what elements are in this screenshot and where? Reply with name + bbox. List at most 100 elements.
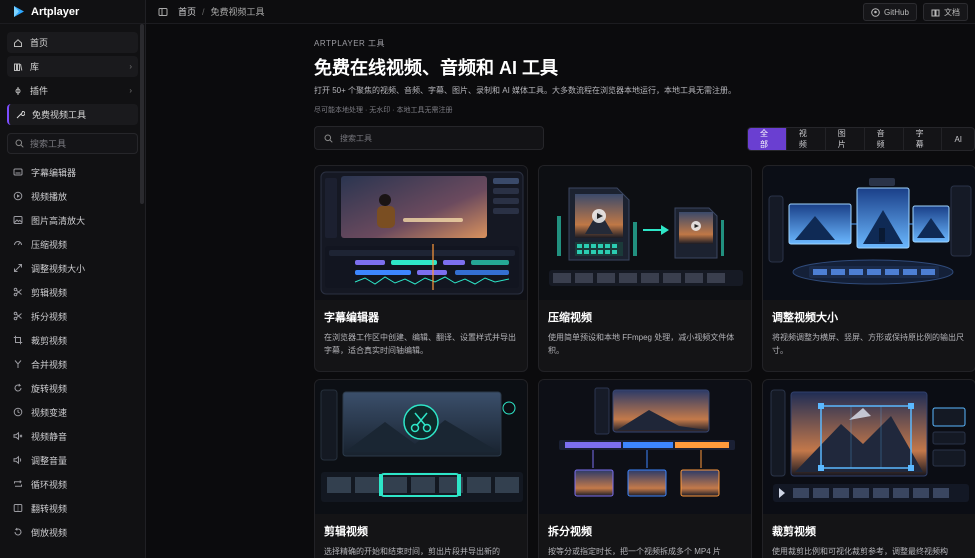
card-description: 使用裁剪比例和可视化裁剪参考，调整最终视频构 bbox=[772, 547, 948, 556]
sidebar-tool-item[interactable]: 倒放视频 bbox=[7, 520, 138, 544]
sidebar-tool-label: 调整视频大小 bbox=[31, 263, 86, 274]
tab-video[interactable]: 视频 bbox=[787, 128, 826, 150]
sidebar-tool-label: 图片高清放大 bbox=[31, 215, 86, 226]
docs-button[interactable]: 文档 bbox=[923, 3, 968, 21]
sidebar-item-label: 库 bbox=[30, 62, 40, 72]
card-description: 在浏览器工作区中创建、编辑、翻译、设置样式并导出字幕，适合真实时间轴编辑。 bbox=[324, 333, 516, 355]
sidebar-tool-label: 合并视频 bbox=[31, 359, 68, 370]
tab-image[interactable]: 图片 bbox=[826, 128, 865, 150]
sidebar-item-label: 免费视频工具 bbox=[32, 110, 87, 120]
tool-card-compress-video[interactable]: 压缩视频 使用简单预设和本地 FFmpeg 处理，减小视频文件体积。 bbox=[538, 165, 752, 372]
tool-search-input[interactable]: 搜索工具 bbox=[314, 126, 544, 150]
card-title: 压缩视频 bbox=[548, 312, 592, 324]
sidebar-search-placeholder: 搜索工具 bbox=[30, 139, 67, 149]
sidebar-toggle-icon[interactable] bbox=[158, 7, 168, 17]
mute-icon bbox=[13, 431, 23, 441]
sidebar-tool-item[interactable]: 翻转视频 bbox=[7, 496, 138, 520]
sidebar-tool-item[interactable]: 拆分视频 bbox=[7, 304, 138, 328]
card-description: 使用简单预设和本地 FFmpeg 处理，减小视频文件体积。 bbox=[548, 333, 735, 355]
sidebar-item-label: 插件 bbox=[30, 86, 49, 96]
sidebar-tool-label: 调整音量 bbox=[31, 455, 68, 466]
card-title: 剪辑视频 bbox=[324, 526, 368, 538]
card-illustration bbox=[539, 166, 751, 300]
sidebar-tool-item[interactable]: 裁剪视频 bbox=[7, 328, 138, 352]
library-icon bbox=[13, 62, 23, 72]
sidebar-tool-item[interactable]: 剪辑视频 bbox=[7, 280, 138, 304]
tab-audio[interactable]: 音频 bbox=[865, 128, 904, 150]
brand-name: Artplayer bbox=[31, 5, 80, 18]
sidebar-tool-item[interactable]: 旋转视频 bbox=[7, 376, 138, 400]
sidebar-item-library[interactable]: 库 › bbox=[7, 56, 138, 77]
sidebar-tool-label: 视频静音 bbox=[31, 431, 68, 442]
sidebar-tools-list: 字幕编辑器 视频播放 图片高清放大 压缩视频 调整视频大小 剪辑视频 拆分视频 … bbox=[0, 160, 145, 544]
tool-card-crop-video[interactable]: 裁剪视频 使用裁剪比例和可视化裁剪参考，调整最终视频构 bbox=[762, 379, 975, 558]
main-content: ARTPLAYER 工具 免费在线视频、音频和 AI 工具 打开 50+ 个聚焦… bbox=[146, 24, 975, 558]
sidebar-search-input[interactable]: 搜索工具 bbox=[7, 133, 138, 154]
github-label: GitHub bbox=[884, 7, 909, 17]
sidebar-tool-label: 旋转视频 bbox=[31, 383, 68, 394]
tab-ai[interactable]: AI bbox=[942, 128, 974, 150]
sidebar-nav: 首页 库 › 插件 › 免费视频工具 bbox=[0, 24, 145, 125]
sidebar-tool-item[interactable]: 调整音量 bbox=[7, 448, 138, 472]
crop-icon bbox=[13, 335, 23, 345]
page-subdescription: 尽可能本地处理 · 无水印 · 本地工具无需注册 bbox=[314, 107, 453, 114]
scissors-icon bbox=[13, 287, 23, 297]
sidebar-tool-item[interactable]: 视频变速 bbox=[7, 400, 138, 424]
sidebar-tool-item[interactable]: 调整视频大小 bbox=[7, 256, 138, 280]
card-title: 拆分视频 bbox=[548, 526, 592, 538]
card-title: 裁剪视频 bbox=[772, 526, 816, 538]
sidebar-tool-label: 倒放视频 bbox=[31, 527, 68, 538]
card-illustration bbox=[315, 380, 527, 514]
page-description: 打开 50+ 个聚焦的视频、音频、字幕、图片、录制和 AI 媒体工具。大多数流程… bbox=[314, 86, 737, 95]
tab-all[interactable]: 全部 bbox=[748, 128, 787, 150]
tool-card-split-video[interactable]: 拆分视频 按等分或指定时长，把一个视频拆成多个 MP4 片 bbox=[538, 379, 752, 558]
page-title: 免费在线视频、音频和 AI 工具 bbox=[314, 58, 559, 78]
sidebar-tool-item[interactable]: 循环视频 bbox=[7, 472, 138, 496]
sidebar-tool-item[interactable]: 合并视频 bbox=[7, 352, 138, 376]
app-window: Artplayer 首页 库 › 插件 › 免费视频工具 搜索工具 字幕编辑器 … bbox=[0, 0, 975, 558]
topbar: 首页 / 免费视频工具 GitHub 文档 bbox=[146, 0, 975, 24]
sidebar-tool-label: 视频变速 bbox=[31, 407, 68, 418]
card-description: 按等分或指定时长，把一个视频拆成多个 MP4 片 bbox=[548, 547, 721, 556]
card-description: 将视频调整为横屏、竖屏、方形或保持原比例的输出尺寸。 bbox=[772, 333, 964, 355]
home-icon bbox=[13, 38, 23, 48]
sidebar-tool-item[interactable]: 图片高清放大 bbox=[7, 208, 138, 232]
sidebar-tool-label: 循环视频 bbox=[31, 479, 68, 490]
artplayer-logo-icon bbox=[12, 5, 25, 18]
tool-card-resize-video[interactable]: 调整视频大小 将视频调整为横屏、竖屏、方形或保持原比例的输出尺寸。 bbox=[762, 165, 975, 372]
card-illustration bbox=[763, 166, 975, 300]
tool-search-placeholder: 搜索工具 bbox=[340, 133, 372, 143]
sidebar-item-free-video-tools[interactable]: 免费视频工具 bbox=[7, 104, 138, 125]
sidebar-tool-label: 裁剪视频 bbox=[31, 335, 68, 346]
merge-icon bbox=[13, 359, 23, 369]
card-illustration bbox=[315, 166, 527, 300]
tab-subtitle[interactable]: 字幕 bbox=[904, 128, 943, 150]
brand[interactable]: Artplayer bbox=[0, 0, 145, 24]
plugin-icon bbox=[13, 86, 23, 96]
compress-icon bbox=[13, 239, 23, 249]
sidebar-tool-item[interactable]: 视频播放 bbox=[7, 184, 138, 208]
github-icon bbox=[871, 7, 880, 17]
breadcrumb-home[interactable]: 首页 bbox=[178, 5, 196, 18]
sidebar-tool-label: 拆分视频 bbox=[31, 311, 68, 322]
card-description: 选择精确的开始和结束时间，剪出片段并导出新的 bbox=[324, 547, 500, 556]
split-icon bbox=[13, 311, 23, 321]
sidebar-tool-item[interactable]: 压缩视频 bbox=[7, 232, 138, 256]
tool-card-subtitle-editor[interactable]: 字幕编辑器 在浏览器工作区中创建、编辑、翻译、设置样式并导出字幕，适合真实时间轴… bbox=[314, 165, 528, 372]
sidebar-tool-item[interactable]: 字幕编辑器 bbox=[7, 160, 138, 184]
sidebar-tool-label: 翻转视频 bbox=[31, 503, 68, 514]
tool-card-trim-video[interactable]: 剪辑视频 选择精确的开始和结束时间，剪出片段并导出新的 bbox=[314, 379, 528, 558]
volume-icon bbox=[13, 455, 23, 465]
wrench-icon bbox=[15, 110, 25, 120]
subtitle-icon bbox=[13, 167, 23, 177]
breadcrumb-separator: / bbox=[202, 6, 205, 17]
sidebar-tool-item[interactable]: 视频静音 bbox=[7, 424, 138, 448]
sidebar-scrollbar[interactable] bbox=[140, 24, 144, 204]
sidebar-tool-label: 压缩视频 bbox=[31, 239, 68, 250]
flip-icon bbox=[13, 503, 23, 513]
github-button[interactable]: GitHub bbox=[863, 3, 917, 21]
sidebar-item-home[interactable]: 首页 bbox=[7, 32, 138, 53]
search-icon bbox=[324, 134, 333, 143]
sidebar-item-label: 首页 bbox=[30, 38, 49, 48]
sidebar-item-plugins[interactable]: 插件 › bbox=[7, 80, 138, 101]
